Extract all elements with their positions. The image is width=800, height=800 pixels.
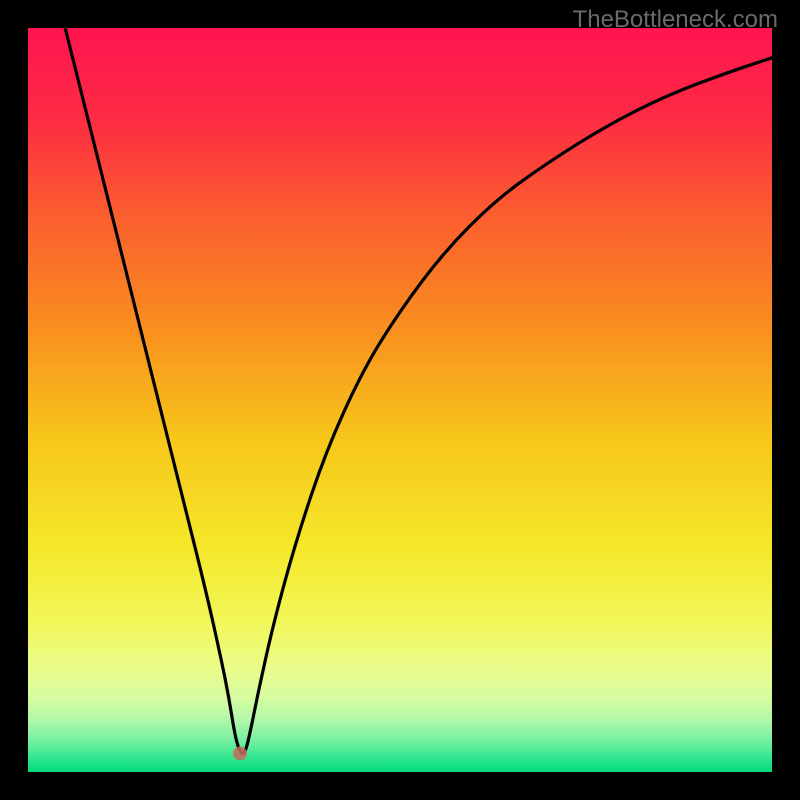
- watermark-text: TheBottleneck.com: [573, 6, 778, 34]
- chart-plot-area: [28, 28, 772, 772]
- chart-svg: [28, 28, 772, 772]
- gradient-background: [28, 28, 772, 772]
- optimum-marker: [233, 746, 247, 760]
